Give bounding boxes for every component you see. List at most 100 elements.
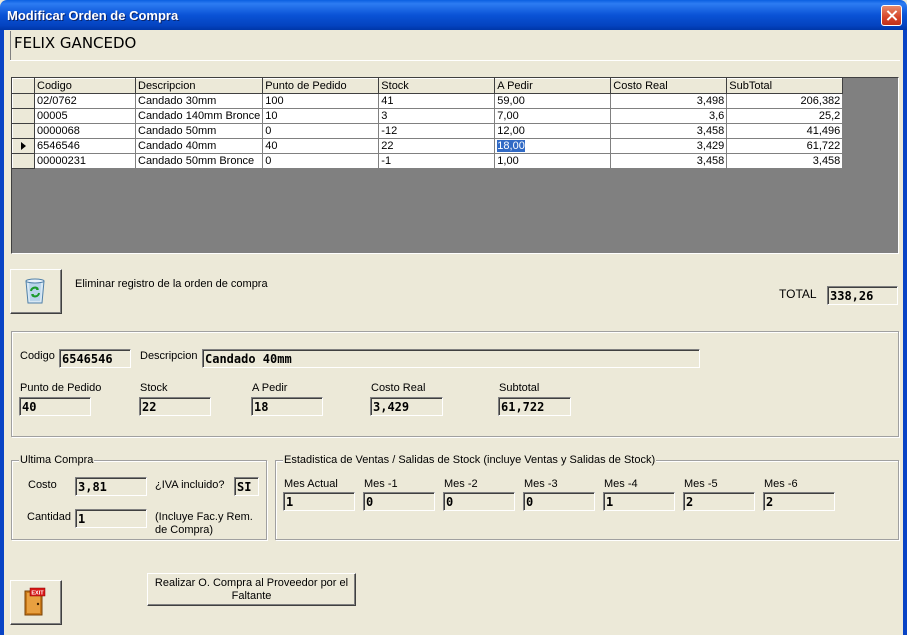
ultima-cantidad-field[interactable]: 1	[75, 509, 147, 528]
cell-apedir[interactable]: 12,00	[494, 123, 612, 139]
cell-costo[interactable]: 3,498	[610, 93, 728, 109]
total-value: 338,26	[827, 286, 898, 305]
cell-subtotal[interactable]: 206,382	[726, 93, 844, 109]
mes-3-label: Mes -3	[524, 478, 558, 490]
detail-stock-field[interactable]: 22	[139, 397, 211, 416]
column-header-codigo[interactable]: Codigo	[34, 78, 136, 94]
cell-apedir-editing[interactable]: 18,00	[494, 138, 612, 154]
cell-subtotal[interactable]: 61,722	[726, 138, 844, 154]
cell-descripcion[interactable]: Candado 30mm	[134, 93, 264, 109]
cell-apedir[interactable]: 7,00	[494, 108, 612, 124]
cell-punto[interactable]: 40	[262, 138, 380, 154]
ultima-cantidad-label: Cantidad	[27, 511, 72, 523]
cell-stock[interactable]: 22	[378, 138, 496, 154]
cell-codigo[interactable]: 02/0762	[34, 93, 136, 109]
detail-apedir-label: A Pedir	[252, 382, 288, 394]
column-header-descripcion[interactable]: Descripcion	[134, 78, 264, 94]
exit-button[interactable]: EXIT	[10, 580, 62, 625]
detail-stock-label: Stock	[140, 382, 168, 394]
cell-stock[interactable]: -1	[378, 153, 496, 169]
cell-apedir-selected-text[interactable]: 18,00	[497, 139, 525, 152]
table-row[interactable]: 0000068 Candado 50mm 0 -12 12,00 3,458 4…	[12, 123, 844, 139]
mes-6-label: Mes -6	[764, 478, 798, 490]
detail-descripcion-field[interactable]: Candado 40mm	[202, 349, 700, 368]
detail-costo-field[interactable]: 3,429	[370, 397, 443, 416]
window-title: Modificar Orden de Compra	[7, 8, 179, 23]
cell-stock[interactable]: -12	[378, 123, 496, 139]
cell-punto[interactable]: 10	[262, 108, 380, 124]
cell-codigo[interactable]: 0000068	[34, 123, 136, 139]
mes-4-field[interactable]: 1	[603, 492, 675, 511]
cell-punto[interactable]: 100	[262, 93, 380, 109]
cell-punto[interactable]: 0	[262, 123, 380, 139]
realizar-orden-label: Realizar O. Compra al Proveedor por el F…	[154, 577, 349, 602]
column-header-stock[interactable]: Stock	[378, 78, 496, 94]
cell-costo[interactable]: 3,458	[610, 123, 728, 139]
cell-costo[interactable]: 3,458	[610, 153, 728, 169]
mes-actual-field[interactable]: 1	[283, 492, 355, 511]
cell-costo[interactable]: 3,6	[610, 108, 728, 124]
provider-name: FELIX GANCEDO	[10, 31, 900, 61]
header-indicator	[12, 78, 35, 94]
detail-descripcion-label: Descripcion	[140, 350, 198, 362]
title-bar: Modificar Orden de Compra	[0, 0, 907, 30]
mes-1-field[interactable]: 0	[363, 492, 435, 511]
column-header-subtotal[interactable]: SubTotal	[726, 78, 844, 94]
mes-2-field[interactable]: 0	[443, 492, 515, 511]
cell-punto[interactable]: 0	[262, 153, 380, 169]
delete-record-label: Eliminar registro de la orden de compra	[75, 278, 268, 290]
window-border-right	[903, 30, 907, 635]
realizar-orden-button[interactable]: Realizar O. Compra al Proveedor por el F…	[147, 573, 356, 606]
column-header-apedir[interactable]: A Pedir	[494, 78, 612, 94]
row-indicator[interactable]	[12, 93, 35, 109]
cell-codigo[interactable]: 6546546	[34, 138, 136, 154]
cell-subtotal[interactable]: 41,496	[726, 123, 844, 139]
column-header-punto[interactable]: Punto de Pedido	[262, 78, 380, 94]
delete-record-button[interactable]	[10, 269, 62, 314]
detail-punto-field[interactable]: 40	[19, 397, 91, 416]
cell-descripcion[interactable]: Candado 50mm Bronce	[134, 153, 264, 169]
current-row-arrow-icon	[21, 142, 26, 150]
ultima-cantidad-note: (Incluye Fac.y Rem. de Compra)	[155, 511, 253, 536]
detail-subtotal-label: Subtotal	[499, 382, 540, 394]
column-header-costo[interactable]: Costo Real	[610, 78, 728, 94]
row-indicator[interactable]	[12, 108, 35, 124]
row-indicator[interactable]	[12, 123, 35, 139]
table-row-selected[interactable]: 6546546 Candado 40mm 40 22 18,00 3,429 6…	[12, 138, 844, 154]
cell-descripcion[interactable]: Candado 50mm	[134, 123, 264, 139]
ultima-compra-title: Ultima Compra	[19, 454, 95, 466]
detail-punto-label: Punto de Pedido	[20, 382, 102, 394]
mes-3-field[interactable]: 0	[523, 492, 595, 511]
order-grid[interactable]: Codigo Descripcion Punto de Pedido Stock…	[11, 77, 899, 254]
detail-codigo-label: Codigo	[20, 350, 55, 362]
order-table: Codigo Descripcion Punto de Pedido Stock…	[12, 78, 844, 169]
detail-costo-label: Costo Real	[371, 382, 426, 394]
cell-descripcion[interactable]: Candado 140mm Bronce	[134, 108, 264, 124]
ultima-costo-label: Costo	[28, 479, 57, 491]
close-icon[interactable]	[881, 5, 902, 26]
mes-6-field[interactable]: 2	[763, 492, 835, 511]
cell-subtotal[interactable]: 25,2	[726, 108, 844, 124]
cell-codigo[interactable]: 00000231	[34, 153, 136, 169]
iva-field[interactable]: SI	[234, 477, 259, 496]
detail-subtotal-field[interactable]: 61,722	[498, 397, 571, 416]
detail-apedir-field[interactable]: 18	[251, 397, 323, 416]
cell-subtotal[interactable]: 3,458	[726, 153, 844, 169]
mes-2-label: Mes -2	[444, 478, 478, 490]
cell-costo[interactable]: 3,429	[610, 138, 728, 154]
detail-codigo-field[interactable]: 6546546	[59, 349, 131, 368]
cell-stock[interactable]: 41	[378, 93, 496, 109]
table-row[interactable]: 00005 Candado 140mm Bronce 10 3 7,00 3,6…	[12, 108, 844, 124]
cell-codigo[interactable]: 00005	[34, 108, 136, 124]
table-row[interactable]: 02/0762 Candado 30mm 100 41 59,00 3,498 …	[12, 93, 844, 109]
mes-actual-label: Mes Actual	[284, 478, 338, 490]
mes-5-field[interactable]: 2	[683, 492, 755, 511]
cell-stock[interactable]: 3	[378, 108, 496, 124]
cell-descripcion[interactable]: Candado 40mm	[134, 138, 264, 154]
ultima-costo-field[interactable]: 3,81	[75, 477, 147, 496]
row-indicator-current[interactable]	[12, 138, 35, 154]
cell-apedir[interactable]: 59,00	[494, 93, 612, 109]
cell-apedir[interactable]: 1,00	[494, 153, 612, 169]
table-row[interactable]: 00000231 Candado 50mm Bronce 0 -1 1,00 3…	[12, 153, 844, 169]
row-indicator[interactable]	[12, 153, 35, 169]
